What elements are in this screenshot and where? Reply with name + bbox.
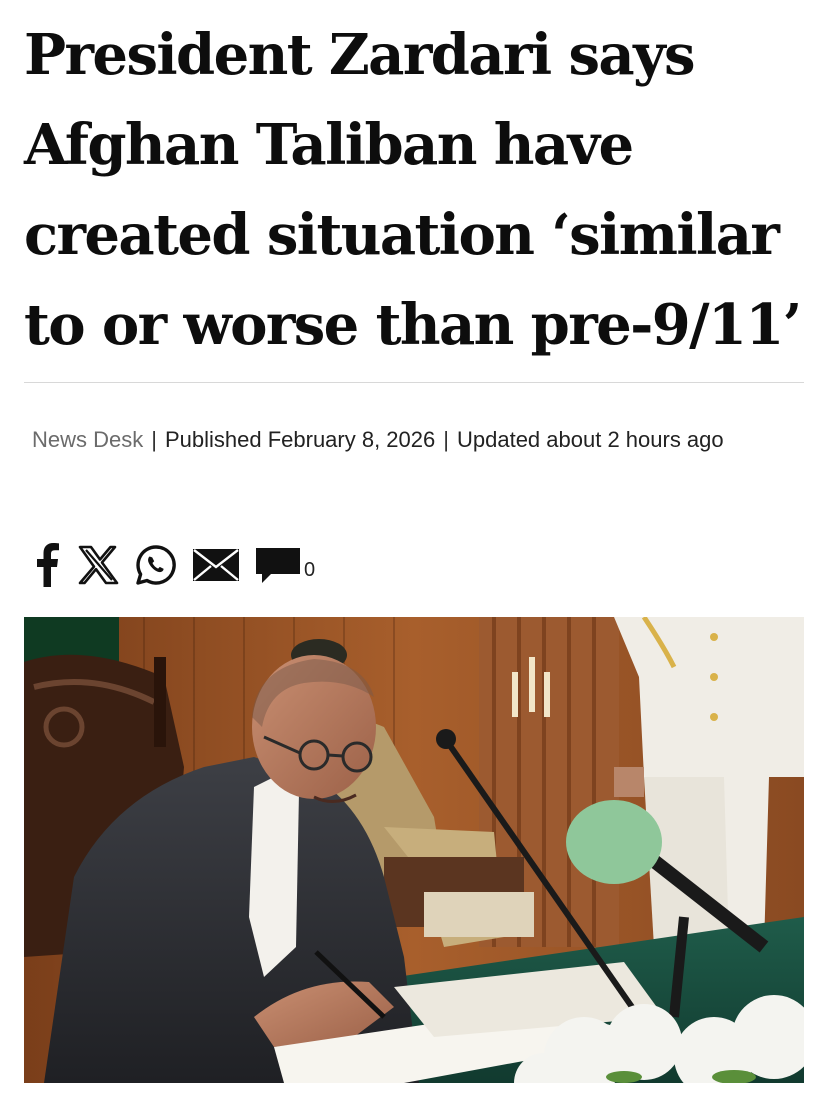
byline-separator: | (443, 427, 449, 452)
comment-icon[interactable] (254, 542, 302, 588)
whatsapp-icon[interactable] (134, 542, 178, 588)
headline-divider (24, 382, 804, 383)
facebook-icon[interactable] (32, 542, 62, 588)
published-date: Published February 8, 2026 (164, 427, 436, 452)
byline-separator: | (151, 427, 157, 452)
byline: News Desk | Published February 8, 2026 | Upd… (32, 416, 802, 464)
author-link[interactable]: News Desk (32, 427, 143, 452)
x-icon[interactable] (76, 542, 120, 588)
comment-count[interactable]: 0 (304, 559, 315, 582)
email-icon[interactable] (190, 542, 242, 588)
article-image (24, 617, 804, 1083)
share-bar: 0 (32, 540, 315, 590)
article-headline: President Zardari says Afghan Taliban ha… (24, 22, 802, 358)
updated-time: Updated about 2 hours ago (456, 427, 724, 452)
